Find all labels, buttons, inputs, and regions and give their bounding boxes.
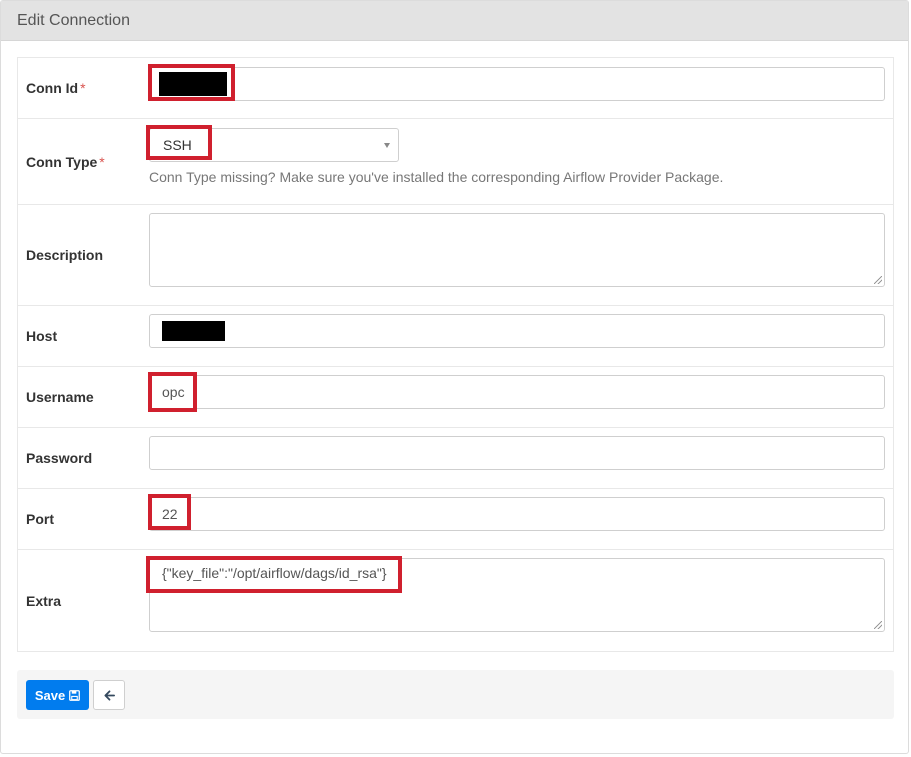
resize-grip-icon[interactable]: [874, 621, 882, 629]
description-textarea[interactable]: [149, 213, 885, 287]
extra-textarea[interactable]: {"key_file":"/opt/airflow/dags/id_rsa"}: [149, 558, 885, 632]
redacted-conn-id: [159, 72, 227, 96]
conn-type-help-text: Conn Type missing? Make sure you've inst…: [149, 169, 724, 185]
row-username: Username opc: [18, 367, 893, 428]
form-actions: Save: [17, 670, 894, 719]
conn-type-label-text: Conn Type: [26, 153, 98, 170]
caret-down-icon: [384, 143, 390, 148]
panel-title: Edit Connection: [1, 1, 908, 41]
conn-id-label: Conn Id *: [26, 80, 86, 96]
description-label: Description: [26, 247, 104, 263]
port-value: 22: [162, 506, 178, 522]
row-description: Description: [18, 205, 893, 306]
required-mark: *: [80, 80, 86, 96]
username-value: opc: [162, 384, 185, 400]
resize-grip-icon[interactable]: [874, 276, 882, 284]
row-extra: Extra {"key_file":"/opt/airflow/dags/id_…: [18, 550, 893, 651]
host-input[interactable]: [149, 314, 885, 348]
username-input[interactable]: opc: [149, 375, 885, 409]
password-input[interactable]: [149, 436, 885, 470]
row-host: Host: [18, 306, 893, 367]
row-port: Port 22: [18, 489, 893, 550]
row-conn-type: Conn Type * SSH Conn Type missing? Make s…: [18, 119, 893, 205]
save-button[interactable]: Save: [26, 680, 89, 710]
connection-form: Conn Id * Conn Type * SSH Conn Type missin…: [17, 57, 894, 652]
edit-connection-panel: Edit Connection Conn Id * Conn Type * SSH …: [0, 0, 909, 754]
conn-type-value: SSH: [163, 137, 192, 153]
arrow-left-icon: [103, 689, 115, 701]
port-input[interactable]: 22: [149, 497, 885, 531]
conn-id-label-text: Conn Id: [26, 80, 79, 96]
required-mark: *: [99, 153, 105, 170]
extra-value: {"key_file":"/opt/airflow/dags/id_rsa"}: [162, 565, 387, 581]
row-password: Password: [18, 428, 893, 489]
save-button-label: Save: [34, 687, 66, 703]
back-button[interactable]: [93, 680, 125, 710]
port-label: Port: [26, 511, 54, 527]
row-conn-id: Conn Id *: [18, 58, 893, 119]
conn-type-select[interactable]: SSH: [149, 128, 399, 162]
conn-id-input[interactable]: [149, 67, 885, 101]
host-label: Host: [26, 328, 58, 344]
floppy-disk-icon: [69, 689, 81, 701]
redacted-host: [162, 321, 225, 341]
password-label: Password: [26, 450, 93, 466]
username-label: Username: [26, 389, 94, 405]
extra-label: Extra: [26, 592, 62, 609]
conn-type-label: Conn Type *: [26, 154, 105, 170]
